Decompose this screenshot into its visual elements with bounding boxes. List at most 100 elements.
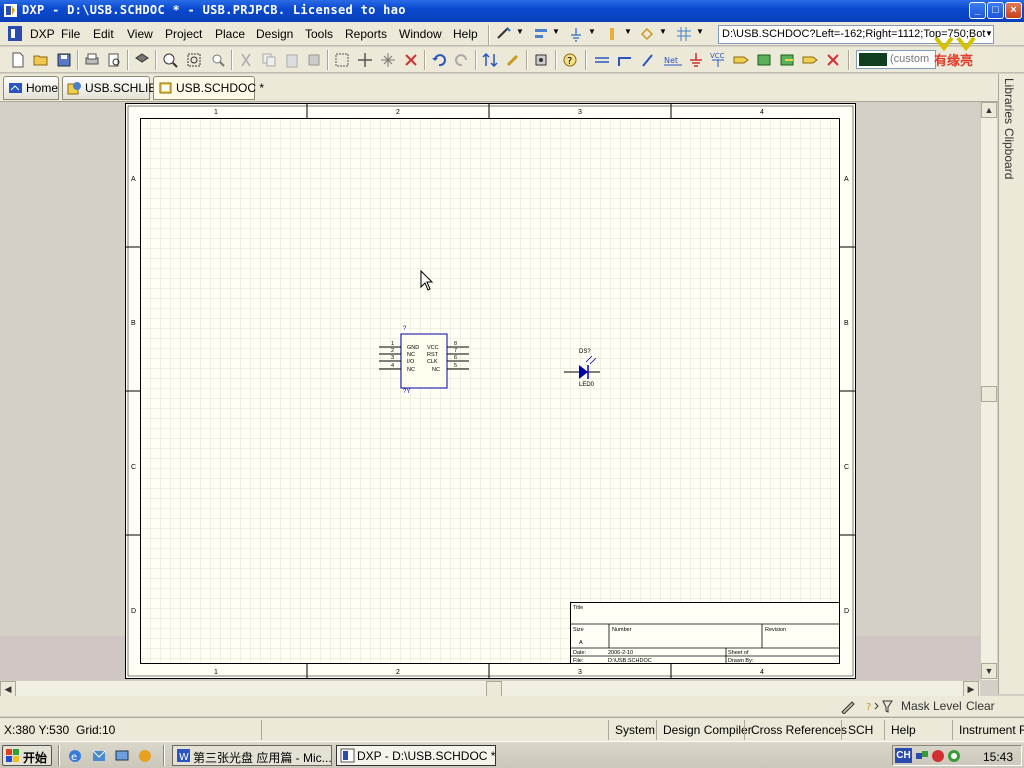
hierarchy-icon[interactable]	[482, 52, 498, 68]
shape-tool-icon[interactable]	[639, 26, 655, 42]
dropdown-arrow-icon[interactable]: ▼	[588, 27, 596, 36]
desktop-icon[interactable]	[114, 748, 130, 764]
horizontal-scroll-thumb[interactable]	[486, 681, 502, 697]
menu-design[interactable]: Design	[256, 27, 293, 41]
menu-tools[interactable]: Tools	[305, 27, 333, 41]
move-selection-icon[interactable]	[380, 52, 396, 68]
deselect-icon[interactable]	[403, 52, 419, 68]
menu-help[interactable]: Help	[453, 27, 478, 41]
filter-icon[interactable]: ?	[865, 698, 893, 714]
menu-reports[interactable]: Reports	[345, 27, 387, 41]
color-combo[interactable]: (custom	[856, 50, 936, 69]
row-label-right-a: A	[844, 176, 849, 183]
paste-icon[interactable]	[284, 52, 300, 68]
new-document-icon[interactable]	[10, 52, 26, 68]
clear-button[interactable]: Clear	[966, 699, 995, 713]
menu-dxp[interactable]: DXP	[30, 27, 55, 41]
cut-icon[interactable]	[238, 52, 254, 68]
maximize-button[interactable]: □	[987, 2, 1004, 19]
ie-icon[interactable]: e	[67, 748, 83, 764]
menu-edit[interactable]: Edit	[93, 27, 114, 41]
place-net-label-icon[interactable]: Net	[663, 52, 683, 68]
place-wire-icon[interactable]	[594, 52, 610, 68]
status-help-button[interactable]: Help	[884, 720, 921, 740]
select-area-icon[interactable]	[334, 52, 350, 68]
horizontal-scrollbar[interactable]: ◀ ▶	[0, 680, 980, 697]
title-bar[interactable]: DXP - D:\USB.SCHDOC * - USB.PRJPCB. Lice…	[0, 0, 1024, 22]
menu-place[interactable]: Place	[215, 27, 245, 41]
start-button[interactable]: 开始	[2, 745, 52, 766]
undo-icon[interactable]	[431, 52, 447, 68]
status-design-compiler-button[interactable]: Design Compiler	[656, 720, 757, 740]
tab-usb-schdoc[interactable]: USB.SCHDOC *	[153, 76, 264, 100]
place-bus-entry-icon[interactable]	[640, 52, 656, 68]
tab-usb-schdoc-label: USB.SCHDOC *	[176, 81, 265, 95]
panel-tab-libraries[interactable]: Libraries	[1002, 78, 1016, 124]
close-button[interactable]: ×	[1005, 2, 1022, 19]
vertical-scroll-thumb[interactable]	[981, 386, 997, 402]
scroll-up-icon[interactable]: ▲	[981, 102, 997, 118]
place-bus-icon[interactable]	[617, 52, 633, 68]
schematic-sheet[interactable]: 1 2 3 4 1 2 3 4 A B C D A B C D ? ?Y 1 2…	[124, 102, 858, 680]
place-vcc-icon[interactable]: VCC	[709, 52, 727, 68]
grid-tool-icon[interactable]	[676, 26, 692, 42]
save-icon[interactable]	[56, 52, 72, 68]
zoom-fit-icon[interactable]	[162, 52, 178, 68]
panel-tab-clipboard[interactable]: Clipboard	[1002, 128, 1016, 179]
taskbar-dxp[interactable]: DXP - D:\USB.SCHDOC * ...	[336, 745, 496, 766]
media-icon[interactable]	[137, 748, 153, 764]
open-folder-icon[interactable]	[33, 52, 49, 68]
place-ground-icon[interactable]	[688, 52, 704, 68]
network-tray-icon[interactable]	[914, 748, 930, 764]
volume-tray-icon[interactable]	[930, 748, 946, 764]
rubber-stamp-icon[interactable]	[306, 52, 322, 68]
antivirus-tray-icon[interactable]	[946, 748, 962, 764]
status-sch-button[interactable]: SCH	[841, 720, 878, 740]
place-sheet-symbol-icon[interactable]	[756, 52, 772, 68]
dropdown-arrow-icon[interactable]: ▼	[624, 27, 632, 36]
layers-icon[interactable]	[134, 52, 150, 68]
zoom-selected-icon[interactable]	[210, 52, 226, 68]
status-instrument-racks-button[interactable]: Instrument Racks	[952, 720, 1024, 740]
align-tool-icon[interactable]	[533, 26, 549, 42]
dropdown-arrow-icon[interactable]: ▼	[659, 27, 667, 36]
menu-window[interactable]: Window	[399, 27, 442, 41]
wiring-tool-icon[interactable]	[496, 26, 512, 42]
move-icon[interactable]	[357, 52, 373, 68]
scroll-down-icon[interactable]: ▼	[981, 663, 997, 679]
power-port-icon[interactable]	[568, 26, 584, 42]
zoom-area-icon[interactable]	[186, 52, 202, 68]
place-sheet-entry-icon[interactable]	[779, 52, 795, 68]
vertical-scrollbar[interactable]: ▲ ▼	[980, 102, 997, 680]
menu-project[interactable]: Project	[165, 27, 202, 41]
outlook-icon[interactable]	[91, 748, 107, 764]
minimize-button[interactable]: _	[969, 2, 986, 19]
scroll-left-icon[interactable]: ◀	[0, 681, 16, 697]
status-system-button[interactable]: System	[608, 720, 660, 740]
tab-usb-schlib[interactable]: USB.SCHLIB	[62, 76, 156, 100]
place-port-icon[interactable]	[733, 52, 749, 68]
print-preview-icon[interactable]	[106, 52, 122, 68]
menu-view[interactable]: View	[127, 27, 153, 41]
component-browser-icon[interactable]	[533, 52, 549, 68]
status-cross-references-button[interactable]: Cross References	[744, 720, 852, 740]
copy-icon[interactable]	[261, 52, 277, 68]
pencil-icon[interactable]	[840, 698, 856, 714]
print-icon[interactable]	[84, 52, 100, 68]
place-pcb-directive-icon[interactable]	[802, 52, 818, 68]
input-language-indicator[interactable]: CH	[895, 748, 912, 763]
part-tool-icon[interactable]	[604, 26, 620, 42]
help-icon[interactable]: ?	[562, 52, 578, 68]
menu-file[interactable]: File	[61, 27, 80, 41]
taskbar-word-document[interactable]: W 第三张光盘 应用篇 - Mic...	[172, 745, 332, 766]
dropdown-arrow-icon[interactable]: ▼	[516, 27, 524, 36]
dropdown-arrow-icon[interactable]: ▼	[552, 27, 560, 36]
no-erc-icon[interactable]	[825, 52, 841, 68]
redo-icon[interactable]	[454, 52, 470, 68]
tab-home[interactable]: Home	[3, 76, 59, 100]
mask-level-button[interactable]: Mask Level	[901, 699, 962, 713]
scroll-right-icon[interactable]: ▶	[963, 681, 979, 697]
dropdown-arrow-icon[interactable]: ▼	[696, 27, 704, 36]
title-block-file-value: D:\USB.SCHDOC	[608, 658, 652, 664]
probe-icon[interactable]	[505, 52, 521, 68]
